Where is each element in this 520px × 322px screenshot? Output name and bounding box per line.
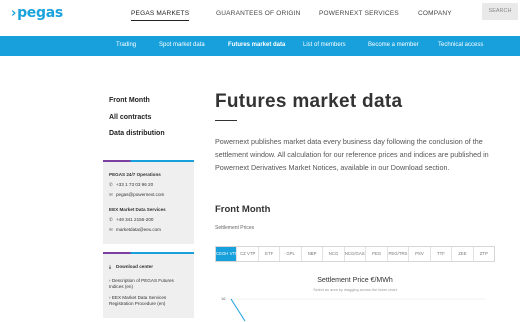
topnav-powernext-services[interactable]: POWERNEXT SERVICES (319, 10, 399, 17)
logo-text: pegas (17, 5, 63, 21)
tab-hub[interactable]: ETF (259, 247, 281, 261)
tab-hub[interactable]: GPL (280, 247, 302, 261)
ops-phone: +33 1 73 03 96 20 (116, 182, 154, 187)
phone-icon: ✆ (109, 182, 113, 187)
tab-hub[interactable]: CZ VTP (237, 247, 259, 261)
page-title: Futures market data (215, 91, 403, 112)
mail-icon: ✉ (109, 192, 113, 197)
ops-title: PEGAS 24/7 Operations (109, 172, 161, 177)
topnav-pegas-markets[interactable]: PEGAS MARKETS (131, 10, 190, 21)
intro-paragraph: Powernext publishes market data every bu… (215, 137, 489, 173)
tab-hub[interactable]: ZTP (474, 247, 494, 261)
chart-title: Settlement Price €/MWh (317, 277, 393, 284)
download-item[interactable]: › EEX Market Data Services Registration … (109, 295, 189, 307)
download-icon: ⤓ (109, 264, 112, 269)
sidebar-link-data-distribution[interactable]: Data distribution (109, 130, 165, 137)
tab-hub[interactable]: NBP (302, 247, 324, 261)
mail-icon: ✉ (109, 227, 113, 232)
sub-navigation: Trading Spot market data Futures market … (0, 36, 520, 56)
tab-hub[interactable]: PSV (409, 247, 431, 261)
sidebar-link-front-month[interactable]: Front Month (109, 97, 150, 104)
tab-hub[interactable]: PEG/TRS (388, 247, 410, 261)
tab-hub[interactable]: PEG (366, 247, 388, 261)
top-header: ›pegas PEGAS MARKETS GUARANTEES OF ORIGI… (0, 0, 520, 28)
download-center-row[interactable]: ⤓ Download center (109, 264, 153, 269)
sidebar-link-all-contracts[interactable]: All contracts (109, 114, 151, 121)
hub-tabs: CEGH VTP CZ VTP ETF GPL NBP NCG NCG/GAS P… (215, 246, 495, 262)
download-item-label[interactable]: EEX Market Data Services Registration Pr… (109, 295, 166, 306)
tab-hub[interactable]: CEGH VTP (216, 247, 238, 261)
contact-card: PEGAS 24/7 Operations ✆ +33 1 73 03 96 20… (103, 160, 194, 244)
ops-phone-row: ✆ +33 1 73 03 96 20 (109, 182, 153, 188)
pegas-logo[interactable]: ›pegas (11, 5, 63, 21)
subnav-trading[interactable]: Trading (116, 42, 136, 48)
section-title: Front Month (215, 204, 271, 215)
subnav-become-a-member[interactable]: Become a member (368, 42, 419, 48)
tab-hub[interactable]: NCG/GASPOOL (345, 247, 367, 261)
card-accent-rule (103, 160, 194, 162)
eex-phone: +49 341 2156-200 (116, 217, 154, 222)
subnav-technical-access[interactable]: Technical access (438, 42, 483, 48)
card-accent-rule (103, 252, 194, 254)
download-item[interactable]: › Description of PEGAS Futures Indices (… (109, 278, 189, 290)
series-line (230, 298, 246, 322)
search-input[interactable]: SEARCH (482, 3, 518, 20)
subnav-spot-market-data[interactable]: Spot market data (159, 42, 205, 48)
phone-icon: ✆ (109, 217, 113, 222)
logo-chevron-icon: › (11, 6, 17, 21)
subnav-list-of-members[interactable]: List of members (303, 42, 346, 48)
eex-phone-row: ✆ +49 341 2156-200 (109, 217, 153, 223)
download-item-label[interactable]: Description of PEGAS Futures Indices (en… (109, 278, 174, 289)
eex-title: EEX Market Data Services (109, 207, 166, 212)
subnav-futures-market-data[interactable]: Futures market data (228, 42, 285, 48)
title-divider (215, 120, 237, 121)
topnav-company[interactable]: COMPANY (418, 10, 452, 17)
download-card: ⤓ Download center › Description of PEGAS … (103, 252, 194, 318)
ops-email-row[interactable]: ✉ pegas@powernext.com (109, 192, 164, 198)
ops-email[interactable]: pegas@powernext.com (116, 192, 164, 197)
eex-email-row[interactable]: ✉ marketdata@eex.com (109, 227, 161, 233)
tab-hub[interactable]: TTF (431, 247, 453, 261)
tab-hub[interactable]: NCG (323, 247, 345, 261)
tab-hub[interactable]: ZEE (452, 247, 474, 261)
eex-email[interactable]: marketdata@eex.com (116, 227, 161, 232)
chart-subtitle: Select an area by dragging across the lo… (313, 288, 397, 292)
download-center-title[interactable]: Download center (116, 264, 153, 269)
settlement-label: Settlement Prices (215, 225, 255, 231)
topnav-guarantees-of-origin[interactable]: GUARANTEES OF ORIGIN (216, 10, 301, 17)
price-chart[interactable] (225, 298, 485, 322)
